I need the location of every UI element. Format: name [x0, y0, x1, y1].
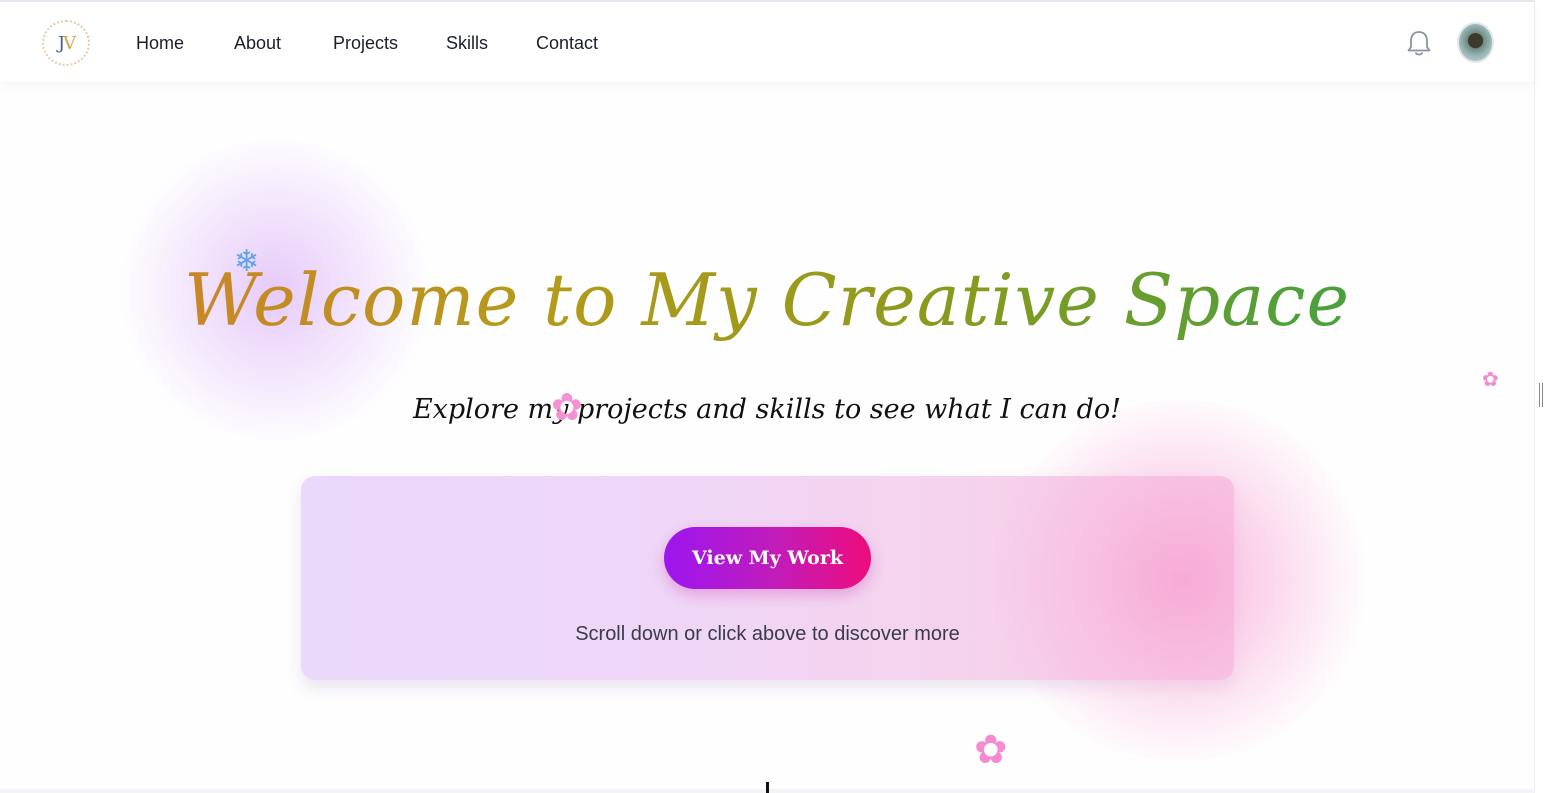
- nav-skills[interactable]: Skills: [446, 33, 488, 54]
- nav-contact[interactable]: Contact: [536, 33, 598, 54]
- nav-about[interactable]: About: [234, 33, 281, 54]
- logo-monogram: JV: [44, 33, 88, 54]
- flower-icon: ✿: [551, 385, 583, 429]
- bell-icon[interactable]: [1405, 28, 1433, 58]
- hero-subtitle: Explore my projects and skills to see wh…: [412, 394, 1122, 425]
- cta-hint: Scroll down or click above to discover m…: [575, 623, 960, 645]
- navbar: JV Home About Projects Skills Contact: [0, 2, 1534, 82]
- logo-letter-v: V: [63, 33, 76, 54]
- hero-title: Welcome to My Creative Space: [0, 258, 1534, 342]
- nav-projects[interactable]: Projects: [333, 33, 398, 54]
- site-logo[interactable]: JV: [42, 20, 90, 66]
- scroll-indicator: [766, 782, 769, 793]
- flower-icon: ✿: [1482, 367, 1499, 391]
- flower-icon: ✿: [974, 727, 1008, 773]
- view-my-work-button[interactable]: View My Work: [664, 527, 871, 589]
- scrollbar-grip[interactable]: [1539, 383, 1543, 407]
- page: JV Home About Projects Skills Contact We…: [0, 0, 1547, 793]
- nav-home[interactable]: Home: [136, 33, 184, 54]
- snowflake-icon: ❄: [234, 244, 260, 279]
- user-avatar[interactable]: [1457, 22, 1494, 63]
